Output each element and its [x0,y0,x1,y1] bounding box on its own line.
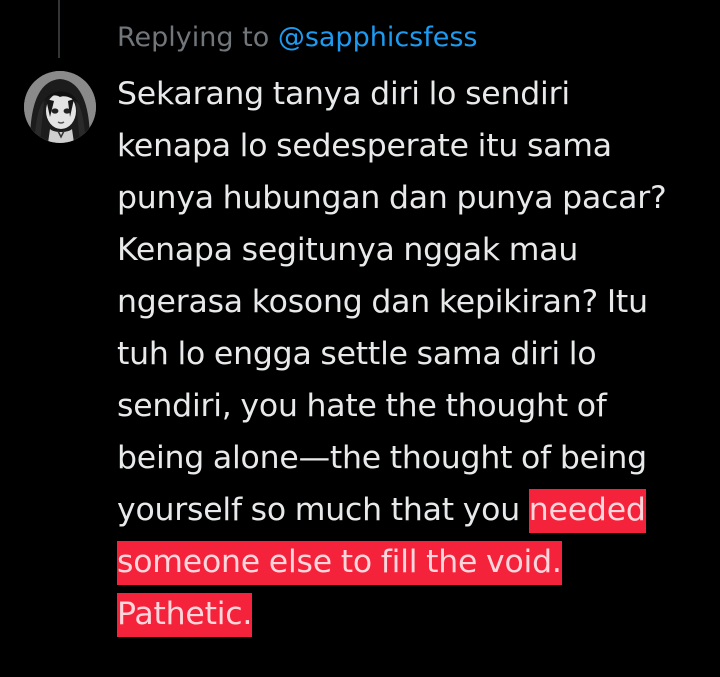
tweet-text-line: punya hubungan dan punya pacar? [117,180,667,216]
tweet-text-line: tuh lo engga settle sama diri lo [117,336,597,372]
tweet-text-line: yourself so much that you needed [117,484,707,536]
highlighted-text: needed [528,489,646,533]
tweet-text-line: Sekarang tanya diri lo sendiri [117,76,570,112]
tweet-text-line: Kenapa segitunya nggak mau [117,232,579,268]
tweet-text-line: Pathetic. [117,588,707,640]
reply-prefix: Replying to [117,22,270,53]
reply-handle-link[interactable]: @sapphicsfess [278,22,478,53]
tweet-text: Sekarang tanya diri lo sendiri kenapa lo… [117,68,707,640]
highlighted-text: Pathetic. [117,593,252,637]
reply-context: Replying to @sapphicsfess [117,20,477,56]
tweet-text-line: being alone—the thought of being [117,440,647,476]
tweet-text-line: ngerasa kosong dan kepikiran? Itu [117,284,648,320]
thread-connector-line [58,0,60,58]
tweet-text-line: someone else to fill the void. [117,536,707,588]
tweet-text-line: sendiri, you hate the thought of [117,388,607,424]
avatar[interactable] [24,71,96,143]
anime-avatar-icon [24,71,96,143]
tweet-text-line: kenapa lo sedesperate itu sama [117,128,612,164]
tweet-text-segment: yourself so much that you [117,492,529,528]
highlighted-text: someone else to fill the void. [117,541,562,585]
